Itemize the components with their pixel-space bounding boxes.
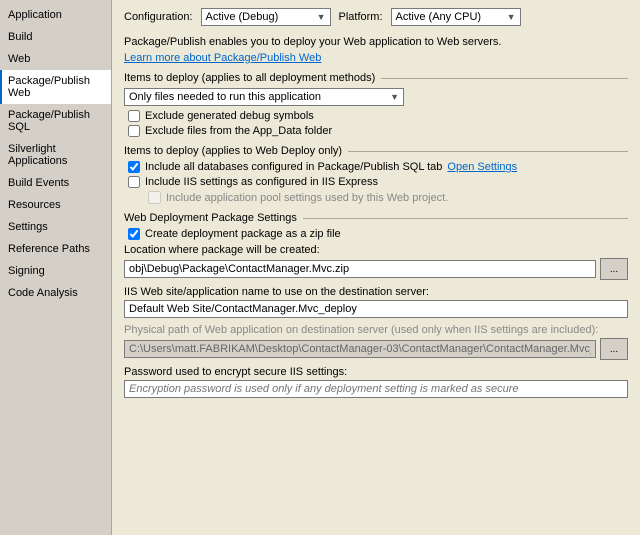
platform-label: Platform: bbox=[339, 11, 383, 23]
configuration-label: Configuration: bbox=[124, 11, 193, 23]
create-zip-label: Create deployment package as a zip file bbox=[145, 228, 341, 240]
password-label: Password used to encrypt secure IIS sett… bbox=[124, 366, 628, 378]
include-apppool-label: Include application pool settings used b… bbox=[166, 192, 448, 204]
sidebar-item-settings[interactable]: Settings bbox=[0, 216, 111, 238]
platform-arrow-icon: ▼ bbox=[507, 12, 516, 22]
include-apppool-row: Include application pool settings used b… bbox=[124, 191, 628, 204]
sidebar-item-package-publish-web[interactable]: Package/Publish Web bbox=[0, 70, 111, 104]
items-deploy-all-section: Items to deploy (applies to all deployme… bbox=[124, 72, 628, 137]
learn-more-link[interactable]: Learn more about Package/Publish Web bbox=[124, 52, 321, 64]
platform-dropdown[interactable]: Active (Any CPU) ▼ bbox=[391, 8, 521, 26]
physical-input[interactable] bbox=[124, 340, 596, 358]
section-divider-web bbox=[348, 151, 628, 152]
physical-label: Physical path of Web application on dest… bbox=[124, 324, 628, 336]
section-title-deploy: Web Deployment Package Settings bbox=[124, 212, 297, 224]
location-browse-button[interactable]: ... bbox=[600, 258, 628, 280]
exclude-appdata-label: Exclude files from the App_Data folder bbox=[145, 125, 332, 137]
include-iis-checkbox[interactable] bbox=[128, 176, 140, 188]
include-iis-label: Include IIS settings as configured in II… bbox=[145, 176, 378, 188]
include-iis-row: Include IIS settings as configured in II… bbox=[124, 176, 628, 188]
config-row: Configuration: Active (Debug) ▼ Platform… bbox=[124, 8, 628, 26]
sidebar-item-package-publish-sql[interactable]: Package/Publish SQL bbox=[0, 104, 111, 138]
deploy-files-dropdown[interactable]: Only files needed to run this applicatio… bbox=[124, 88, 404, 106]
sidebar-item-silverlight[interactable]: Silverlight Applications bbox=[0, 138, 111, 172]
physical-input-row: ... bbox=[124, 338, 628, 360]
create-zip-checkbox[interactable] bbox=[128, 228, 140, 240]
content-area: Configuration: Active (Debug) ▼ Platform… bbox=[112, 0, 640, 535]
location-label: Location where package will be created: bbox=[124, 244, 628, 256]
configuration-arrow-icon: ▼ bbox=[317, 12, 326, 22]
exclude-debug-row: Exclude generated debug symbols bbox=[124, 110, 628, 122]
deploy-files-value: Only files needed to run this applicatio… bbox=[129, 91, 321, 103]
section-title-web: Items to deploy (applies to Web Deploy o… bbox=[124, 145, 342, 157]
sidebar-item-resources[interactable]: Resources bbox=[0, 194, 111, 216]
location-input[interactable] bbox=[124, 260, 596, 278]
configuration-value: Active (Debug) bbox=[206, 11, 279, 23]
include-databases-label: Include all databases configured in Pack… bbox=[145, 161, 442, 173]
exclude-appdata-row: Exclude files from the App_Data folder bbox=[124, 125, 628, 137]
sidebar-item-signing[interactable]: Signing bbox=[0, 260, 111, 282]
sidebar-item-application[interactable]: Application bbox=[0, 4, 111, 26]
sidebar-item-reference-paths[interactable]: Reference Paths bbox=[0, 238, 111, 260]
include-apppool-checkbox[interactable] bbox=[148, 191, 161, 204]
sidebar-item-build[interactable]: Build bbox=[0, 26, 111, 48]
web-deployment-section: Web Deployment Package Settings Create d… bbox=[124, 212, 628, 398]
iis-label: IIS Web site/application name to use on … bbox=[124, 286, 628, 298]
include-databases-checkbox[interactable] bbox=[128, 161, 140, 173]
location-input-row: ... bbox=[124, 258, 628, 280]
section-divider-deploy bbox=[303, 218, 628, 219]
section-title-all: Items to deploy (applies to all deployme… bbox=[124, 72, 375, 84]
sidebar-item-code-analysis[interactable]: Code Analysis bbox=[0, 282, 111, 304]
items-deploy-web-section: Items to deploy (applies to Web Deploy o… bbox=[124, 145, 628, 204]
exclude-debug-label: Exclude generated debug symbols bbox=[145, 110, 314, 122]
exclude-appdata-checkbox[interactable] bbox=[128, 125, 140, 137]
configuration-dropdown[interactable]: Active (Debug) ▼ bbox=[201, 8, 331, 26]
info-description: Package/Publish enables you to deploy yo… bbox=[124, 36, 628, 48]
open-settings-link[interactable]: Open Settings bbox=[447, 161, 517, 173]
section-title-row-web: Items to deploy (applies to Web Deploy o… bbox=[124, 145, 628, 157]
create-zip-row: Create deployment package as a zip file bbox=[124, 228, 628, 240]
deploy-files-arrow-icon: ▼ bbox=[390, 92, 399, 102]
physical-browse-button[interactable]: ... bbox=[600, 338, 628, 360]
sidebar-item-web[interactable]: Web bbox=[0, 48, 111, 70]
include-databases-row: Include all databases configured in Pack… bbox=[124, 161, 628, 173]
password-input[interactable] bbox=[124, 380, 628, 398]
section-divider-all bbox=[381, 78, 628, 79]
exclude-debug-checkbox[interactable] bbox=[128, 110, 140, 122]
section-title-row-deploy: Web Deployment Package Settings bbox=[124, 212, 628, 224]
sidebar: Application Build Web Package/Publish We… bbox=[0, 0, 112, 535]
sidebar-item-build-events[interactable]: Build Events bbox=[0, 172, 111, 194]
section-title-row-all: Items to deploy (applies to all deployme… bbox=[124, 72, 628, 84]
platform-value: Active (Any CPU) bbox=[396, 11, 482, 23]
iis-input[interactable] bbox=[124, 300, 628, 318]
